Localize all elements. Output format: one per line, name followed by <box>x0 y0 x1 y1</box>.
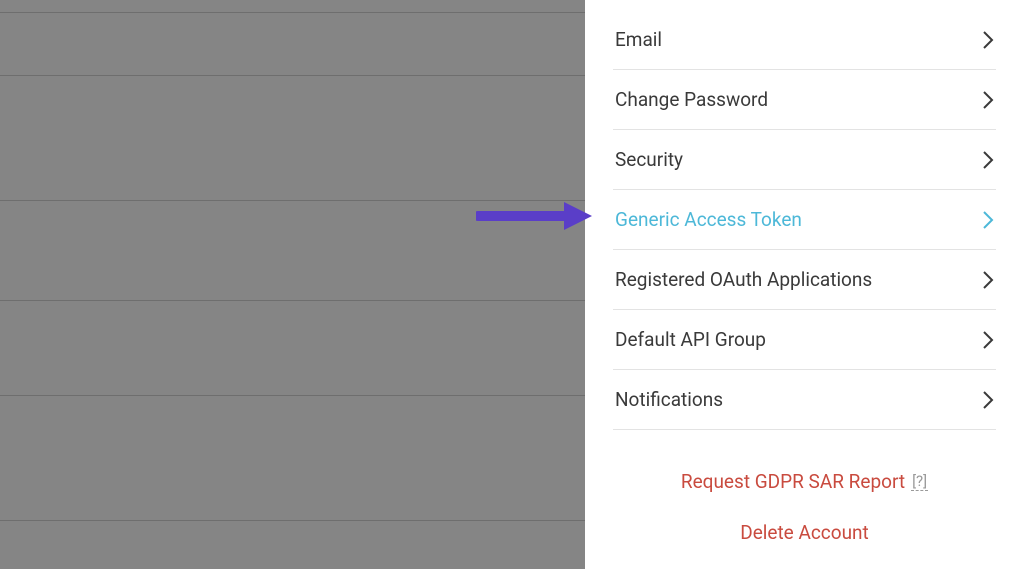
menu-item-change-password[interactable]: Change Password <box>613 70 996 130</box>
menu-item-label: Email <box>615 28 662 51</box>
backdrop-row-divider <box>0 395 585 396</box>
backdrop-row-divider <box>0 520 585 521</box>
chevron-right-icon <box>982 270 994 290</box>
menu-item-label: Security <box>615 148 683 171</box>
chevron-right-icon <box>982 30 994 50</box>
menu-item-security[interactable]: Security <box>613 130 996 190</box>
backdrop-row-divider <box>0 12 585 13</box>
chevron-right-icon <box>982 150 994 170</box>
left-panel-backdrop <box>0 0 585 569</box>
menu-item-generic-access-token[interactable]: Generic Access Token <box>613 190 996 250</box>
menu-item-email[interactable]: Email <box>613 10 996 70</box>
menu-item-registered-oauth-applications[interactable]: Registered OAuth Applications <box>613 250 996 310</box>
chevron-right-icon <box>982 390 994 410</box>
backdrop-row-divider <box>0 75 585 76</box>
menu-item-label: Registered OAuth Applications <box>615 268 872 291</box>
backdrop-row-divider <box>0 300 585 301</box>
delete-account-link[interactable]: Delete Account <box>740 521 869 544</box>
chevron-right-icon <box>982 210 994 230</box>
help-icon[interactable]: [?] <box>911 472 928 491</box>
menu-item-notifications[interactable]: Notifications <box>613 370 996 430</box>
backdrop-row-divider <box>0 200 585 201</box>
menu-item-label: Change Password <box>615 88 768 111</box>
request-gdpr-sar-report-link[interactable]: Request GDPR SAR Report [?] <box>681 470 928 493</box>
menu-item-label: Default API Group <box>615 328 766 351</box>
arrow-annotation-icon <box>476 198 592 234</box>
menu-item-label: Notifications <box>615 388 723 411</box>
chevron-right-icon <box>982 90 994 110</box>
menu-item-label: Generic Access Token <box>615 208 802 231</box>
chevron-right-icon <box>982 330 994 350</box>
settings-menu-panel: Email Change Password Security Generic A… <box>585 0 1024 569</box>
account-action-links: Request GDPR SAR Report [?] Delete Accou… <box>613 430 996 544</box>
gdpr-link-label: Request GDPR SAR Report <box>681 470 905 493</box>
menu-item-default-api-group[interactable]: Default API Group <box>613 310 996 370</box>
